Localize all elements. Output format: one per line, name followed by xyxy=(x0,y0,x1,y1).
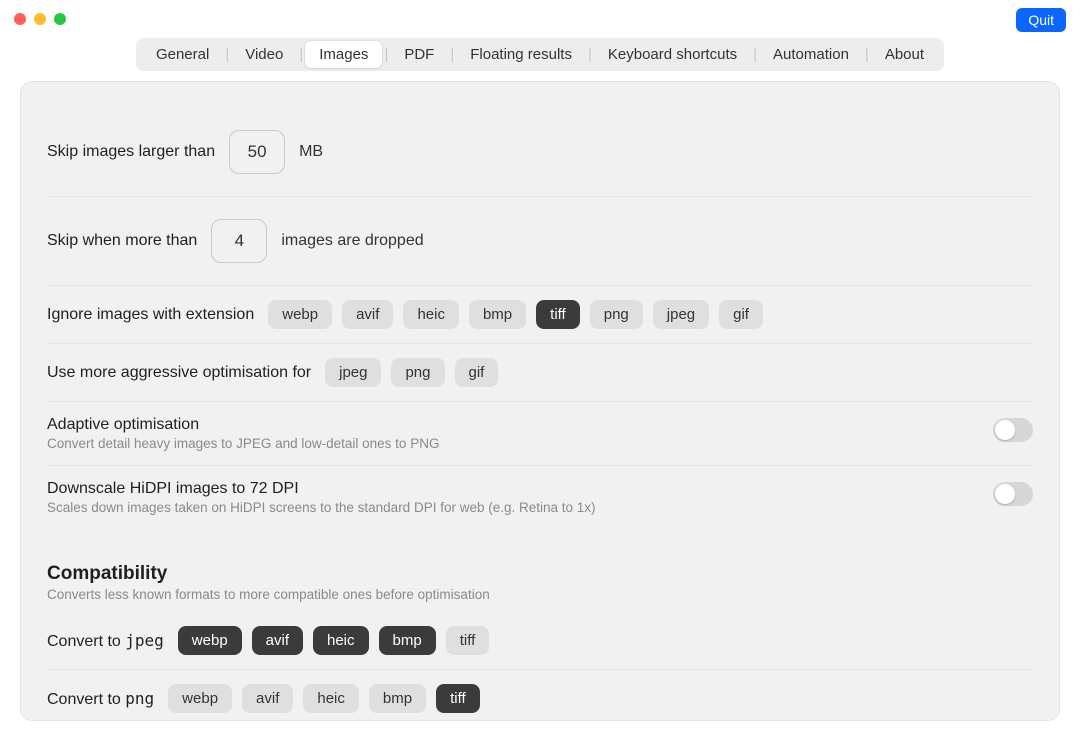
adaptive-desc: Convert detail heavy images to JPEG and … xyxy=(47,436,439,451)
convert-png-label: Convert to png xyxy=(47,689,154,709)
ignore-ext-chip-heic[interactable]: heic xyxy=(403,300,459,329)
skip-larger-row: Skip images larger than MB xyxy=(47,108,1033,197)
downscale-toggle[interactable] xyxy=(993,482,1033,506)
close-icon[interactable] xyxy=(14,13,26,25)
aggressive-chip-png[interactable]: png xyxy=(391,358,444,387)
to-png-chip-avif[interactable]: avif xyxy=(242,684,293,713)
ignore-ext-chip-jpeg[interactable]: jpeg xyxy=(653,300,709,329)
convert-png-row: Convert to png webp avif heicbmptiff xyxy=(47,670,1033,721)
skip-more-suffix: images are dropped xyxy=(281,232,423,250)
tab-separator: | xyxy=(297,46,305,63)
compat-desc: Converts less known formats to more comp… xyxy=(47,587,1033,602)
settings-panel: Skip images larger than MB Skip when mor… xyxy=(20,81,1060,721)
to-png-chip-heic[interactable]: heic xyxy=(303,684,359,713)
tab-separator: | xyxy=(223,46,231,63)
aggressive-row: Use more aggressive optimisation for jpe… xyxy=(47,344,1033,402)
tab-floating-results[interactable]: Floating results xyxy=(456,41,586,68)
skip-more-row: Skip when more than images are dropped xyxy=(47,197,1033,286)
ignore-ext-chip-avif[interactable]: avif xyxy=(342,300,393,329)
adaptive-row: Adaptive optimisation Convert detail hea… xyxy=(47,402,1033,466)
to-jpeg-chip-bmp[interactable]: bmp xyxy=(379,626,436,655)
tab-pdf[interactable]: PDF xyxy=(390,41,448,68)
tab-general[interactable]: General xyxy=(142,41,223,68)
tab-about[interactable]: About xyxy=(871,41,938,68)
ignore-ext-chips: webp avif heicbmptiffpngjpeggif xyxy=(268,300,763,329)
adaptive-title: Adaptive optimisation xyxy=(47,416,439,434)
ignore-ext-chip-tiff[interactable]: tiff xyxy=(536,300,580,329)
to-jpeg-chip-avif[interactable]: avif xyxy=(252,626,303,655)
minimize-icon[interactable] xyxy=(34,13,46,25)
adaptive-toggle[interactable] xyxy=(993,418,1033,442)
to-png-chip-bmp[interactable]: bmp xyxy=(369,684,426,713)
ignore-ext-chip-gif[interactable]: gif xyxy=(719,300,763,329)
aggressive-label: Use more aggressive optimisation for xyxy=(47,364,311,382)
downscale-title: Downscale HiDPI images to 72 DPI xyxy=(47,480,596,498)
to-jpeg-chip-tiff[interactable]: tiff xyxy=(446,626,490,655)
ignore-ext-row: Ignore images with extension webp avifhei… xyxy=(47,286,1033,344)
tab-separator: | xyxy=(586,46,594,63)
compat-header: Compatibility Converts less known format… xyxy=(47,563,1033,602)
convert-png-chips: webp avif heicbmptiff xyxy=(168,684,480,713)
downscale-desc: Scales down images taken on HiDPI screen… xyxy=(47,500,596,515)
tab-separator: | xyxy=(751,46,759,63)
skip-larger-label: Skip images larger than xyxy=(47,143,215,161)
ignore-ext-chip-bmp[interactable]: bmp xyxy=(469,300,526,329)
tab-separator: | xyxy=(863,46,871,63)
tab-images[interactable]: Images xyxy=(305,41,382,68)
convert-jpeg-chips: webp avif heicbmptiff xyxy=(178,626,490,655)
skip-more-input[interactable] xyxy=(211,219,267,263)
window-controls xyxy=(14,13,66,25)
aggressive-chips: jpegpnggif xyxy=(325,358,498,387)
aggressive-chip-gif[interactable]: gif xyxy=(455,358,499,387)
titlebar: Quit xyxy=(0,0,1080,38)
compat-title: Compatibility xyxy=(47,563,1033,585)
tab-video[interactable]: Video xyxy=(231,41,297,68)
tab-keyboard-shortcuts[interactable]: Keyboard shortcuts xyxy=(594,41,751,68)
convert-jpeg-row: Convert to jpeg webp avif heicbmptiff xyxy=(47,612,1033,670)
to-png-chip-tiff[interactable]: tiff xyxy=(436,684,480,713)
maximize-icon[interactable] xyxy=(54,13,66,25)
tabs-bar: General|Video|Images|PDF|Floating result… xyxy=(0,38,1080,81)
ignore-ext-label: Ignore images with extension xyxy=(47,306,254,324)
quit-button[interactable]: Quit xyxy=(1016,8,1066,32)
to-jpeg-chip-heic[interactable]: heic xyxy=(313,626,369,655)
ignore-ext-chip-png[interactable]: png xyxy=(590,300,643,329)
tab-separator: | xyxy=(448,46,456,63)
tab-separator: | xyxy=(382,46,390,63)
skip-larger-input[interactable] xyxy=(229,130,285,174)
tab-automation[interactable]: Automation xyxy=(759,41,863,68)
aggressive-chip-jpeg[interactable]: jpeg xyxy=(325,358,381,387)
skip-more-label: Skip when more than xyxy=(47,232,197,250)
skip-larger-unit: MB xyxy=(299,143,323,161)
downscale-row: Downscale HiDPI images to 72 DPI Scales … xyxy=(47,466,1033,529)
convert-jpeg-label: Convert to jpeg xyxy=(47,631,164,651)
ignore-ext-chip-webp[interactable]: webp xyxy=(268,300,332,329)
to-jpeg-chip-webp[interactable]: webp xyxy=(178,626,242,655)
to-png-chip-webp[interactable]: webp xyxy=(168,684,232,713)
